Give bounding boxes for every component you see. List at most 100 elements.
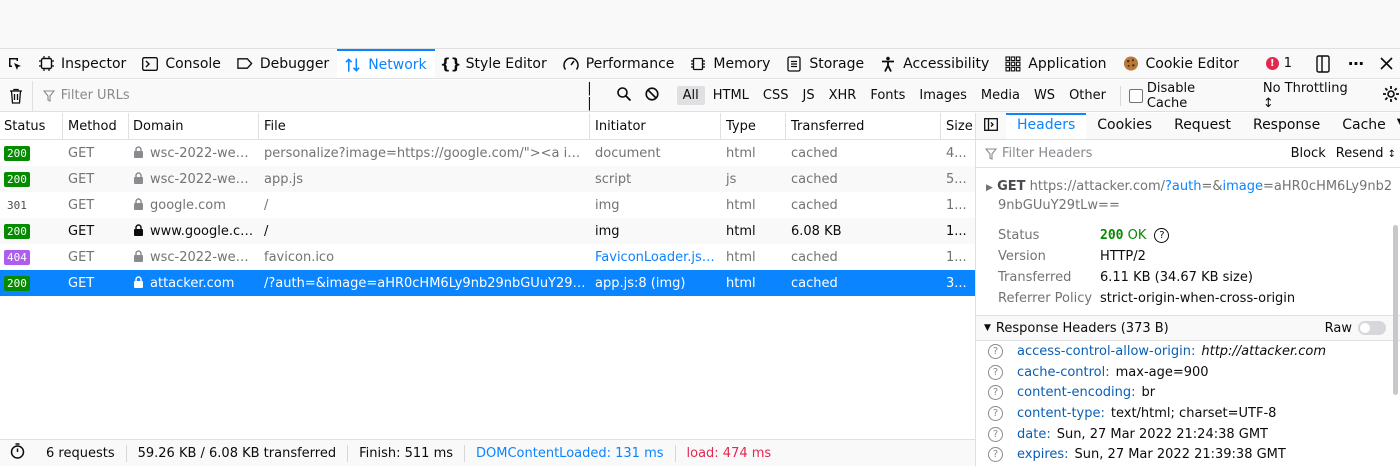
request-url-value: =aHR0cHM6Ly9nb2 [1262, 179, 1393, 194]
type-filter-other[interactable]: Other [1063, 86, 1112, 105]
tab-memory[interactable]: Memory [682, 49, 778, 78]
tab-style-editor[interactable]: {} Style Editor [435, 49, 555, 78]
style-editor-icon: {} [439, 54, 462, 73]
error-count-button[interactable]: ! 1 [1265, 56, 1292, 71]
table-row[interactable]: 301 GET google.com / img html cached 1... [0, 192, 975, 218]
summary-value: HTTP/2 [1100, 249, 1146, 264]
column-header-initiator[interactable]: Initiator [590, 113, 721, 139]
filter-urls-input[interactable]: Filter URLs [31, 80, 580, 111]
method-cell: GET [68, 249, 95, 265]
table-row[interactable]: 200 GET wsc-2022-web... app.js script js cache… [0, 166, 975, 192]
toolbar-right: ! 1 ⋯ [1265, 49, 1400, 78]
header-name: expires: [1017, 447, 1069, 463]
table-row[interactable]: 200 GET wsc-2022-web... personalize?image=h… [0, 140, 975, 166]
error-icon: ! [1265, 57, 1279, 70]
pause-icon[interactable]: | | [587, 81, 602, 111]
response-header-row[interactable]: ? access-control-allow-origin: http://atta… [976, 341, 1400, 362]
tab-storage[interactable]: Storage [778, 49, 872, 78]
type-filter-html[interactable]: HTML [707, 86, 755, 105]
column-header-file[interactable]: File [259, 113, 590, 139]
details-tab-response[interactable]: Response [1242, 113, 1331, 139]
status-cell: 200 [0, 145, 63, 161]
raw-toggle-switch[interactable] [1358, 321, 1386, 335]
column-header-status[interactable]: Status [0, 113, 63, 139]
resend-button[interactable]: Resend ↕ [1336, 146, 1396, 161]
resend-chevron-icon: ↕ [1387, 149, 1396, 160]
block-button[interactable]: Block [1291, 146, 1326, 161]
help-icon[interactable]: ? [988, 405, 1003, 421]
disable-cache-checkbox[interactable]: Disable Cache [1128, 81, 1239, 111]
size-cell: 1... [946, 223, 967, 239]
dock-side-icon[interactable] [1310, 50, 1338, 78]
type-filter-fonts[interactable]: Fonts [864, 86, 911, 105]
block-icon[interactable] [645, 86, 659, 105]
tab-cookie-editor[interactable]: Cookie Editor [1115, 49, 1247, 78]
scrollbar[interactable] [1393, 225, 1398, 395]
more-options-icon[interactable]: ⋯ [1342, 50, 1370, 78]
type-filter-all[interactable]: All [676, 86, 705, 105]
expand-arrow-icon[interactable]: ▶ [986, 183, 993, 193]
domain-text: attacker.com [150, 275, 235, 291]
help-icon[interactable]: ? [988, 364, 1003, 380]
domain-text: wsc-2022-web... [150, 249, 257, 265]
help-icon[interactable]: ? [988, 447, 1003, 463]
devtools-toolbar: Inspector Console Debugger Network {} St… [0, 49, 1400, 79]
help-icon[interactable]: ? [1154, 228, 1170, 243]
response-header-row[interactable]: ? content-type: text/html; charset=UTF-8 [976, 403, 1400, 424]
header-value: Sun, 27 Mar 2022 21:39:38 GMT [1074, 447, 1286, 463]
search-icon[interactable] [616, 86, 631, 105]
toggle-sidebar-icon[interactable] [976, 113, 1006, 139]
status-badge: 200 [4, 275, 30, 291]
initiator-cell[interactable]: FaviconLoader.jsm:... [590, 250, 721, 265]
clear-requests-icon[interactable] [0, 88, 32, 104]
type-filter-css[interactable]: CSS [757, 86, 795, 105]
column-header-type[interactable]: Type [721, 113, 786, 139]
column-header-method[interactable]: Method [63, 113, 129, 139]
type-filter-media[interactable]: Media [975, 86, 1026, 105]
help-icon[interactable]: ? [988, 426, 1003, 442]
tab-performance[interactable]: Performance [555, 49, 683, 78]
tab-console[interactable]: Console [134, 49, 229, 78]
help-icon[interactable]: ? [988, 385, 1003, 401]
checkbox-box[interactable] [1128, 88, 1143, 103]
type-filter-xhr[interactable]: XHR [823, 86, 863, 105]
throttling-select[interactable]: No Throttling ↕ [1263, 81, 1362, 111]
response-header-row[interactable]: ? expires: Sun, 27 Mar 2022 21:39:38 GMT [976, 444, 1400, 465]
details-tab-headers[interactable]: Headers [1006, 113, 1087, 139]
filter-headers-input[interactable]: Filter Headers [1002, 146, 1092, 161]
tab-network[interactable]: Network [337, 49, 435, 78]
status-badge: 404 [4, 249, 30, 265]
element-picker-icon[interactable] [0, 49, 30, 78]
tab-accessibility[interactable]: Accessibility [872, 49, 997, 78]
response-header-row[interactable]: ? content-encoding: br [976, 382, 1400, 403]
response-header-row[interactable]: ? cache-control: max-age=900 [976, 362, 1400, 383]
type-filter-images[interactable]: Images [913, 86, 973, 105]
tab-memory-label: Memory [713, 55, 771, 72]
response-headers-section[interactable]: ▼ Response Headers (373 B) Raw [976, 315, 1400, 341]
response-header-row[interactable]: ? date: Sun, 27 Mar 2022 21:24:38 GMT [976, 424, 1400, 445]
header-name: date: [1017, 426, 1051, 442]
table-row[interactable]: 404 GET wsc-2022-web... favicon.ico FaviconL… [0, 244, 975, 270]
details-tab-cookies[interactable]: Cookies [1086, 113, 1163, 139]
details-tab-cache[interactable]: Cache [1331, 113, 1397, 139]
table-row[interactable]: 200 GET attacker.com /?auth=&image=aHR0cHM6… [0, 270, 975, 296]
settings-gear-icon[interactable] [1382, 85, 1400, 107]
file-cell: personalize?image=https://google.com/"><… [264, 145, 590, 161]
tab-debugger[interactable]: Debugger [229, 49, 337, 78]
tab-inspector[interactable]: Inspector [30, 49, 134, 78]
header-name: content-type: [1017, 405, 1105, 421]
column-header-size[interactable]: Size [941, 113, 975, 139]
column-header-transferred[interactable]: Transferred [786, 113, 941, 139]
tab-application[interactable]: Application [997, 49, 1114, 78]
raw-toggle[interactable]: Raw [1325, 321, 1400, 336]
type-filter-ws[interactable]: WS [1028, 86, 1061, 105]
initiator-cell: script [595, 171, 632, 187]
table-row[interactable]: 200 GET www.google.com / img html 6.08 KB 1... [0, 218, 975, 244]
type-filter-js[interactable]: JS [797, 86, 821, 105]
details-tab-request[interactable]: Request [1163, 113, 1242, 139]
close-icon[interactable] [1372, 50, 1400, 78]
type-cell: html [726, 249, 756, 265]
column-header-domain[interactable]: Domain [129, 113, 259, 139]
request-url-sep: =& [1201, 179, 1223, 194]
help-icon[interactable]: ? [988, 343, 1003, 359]
